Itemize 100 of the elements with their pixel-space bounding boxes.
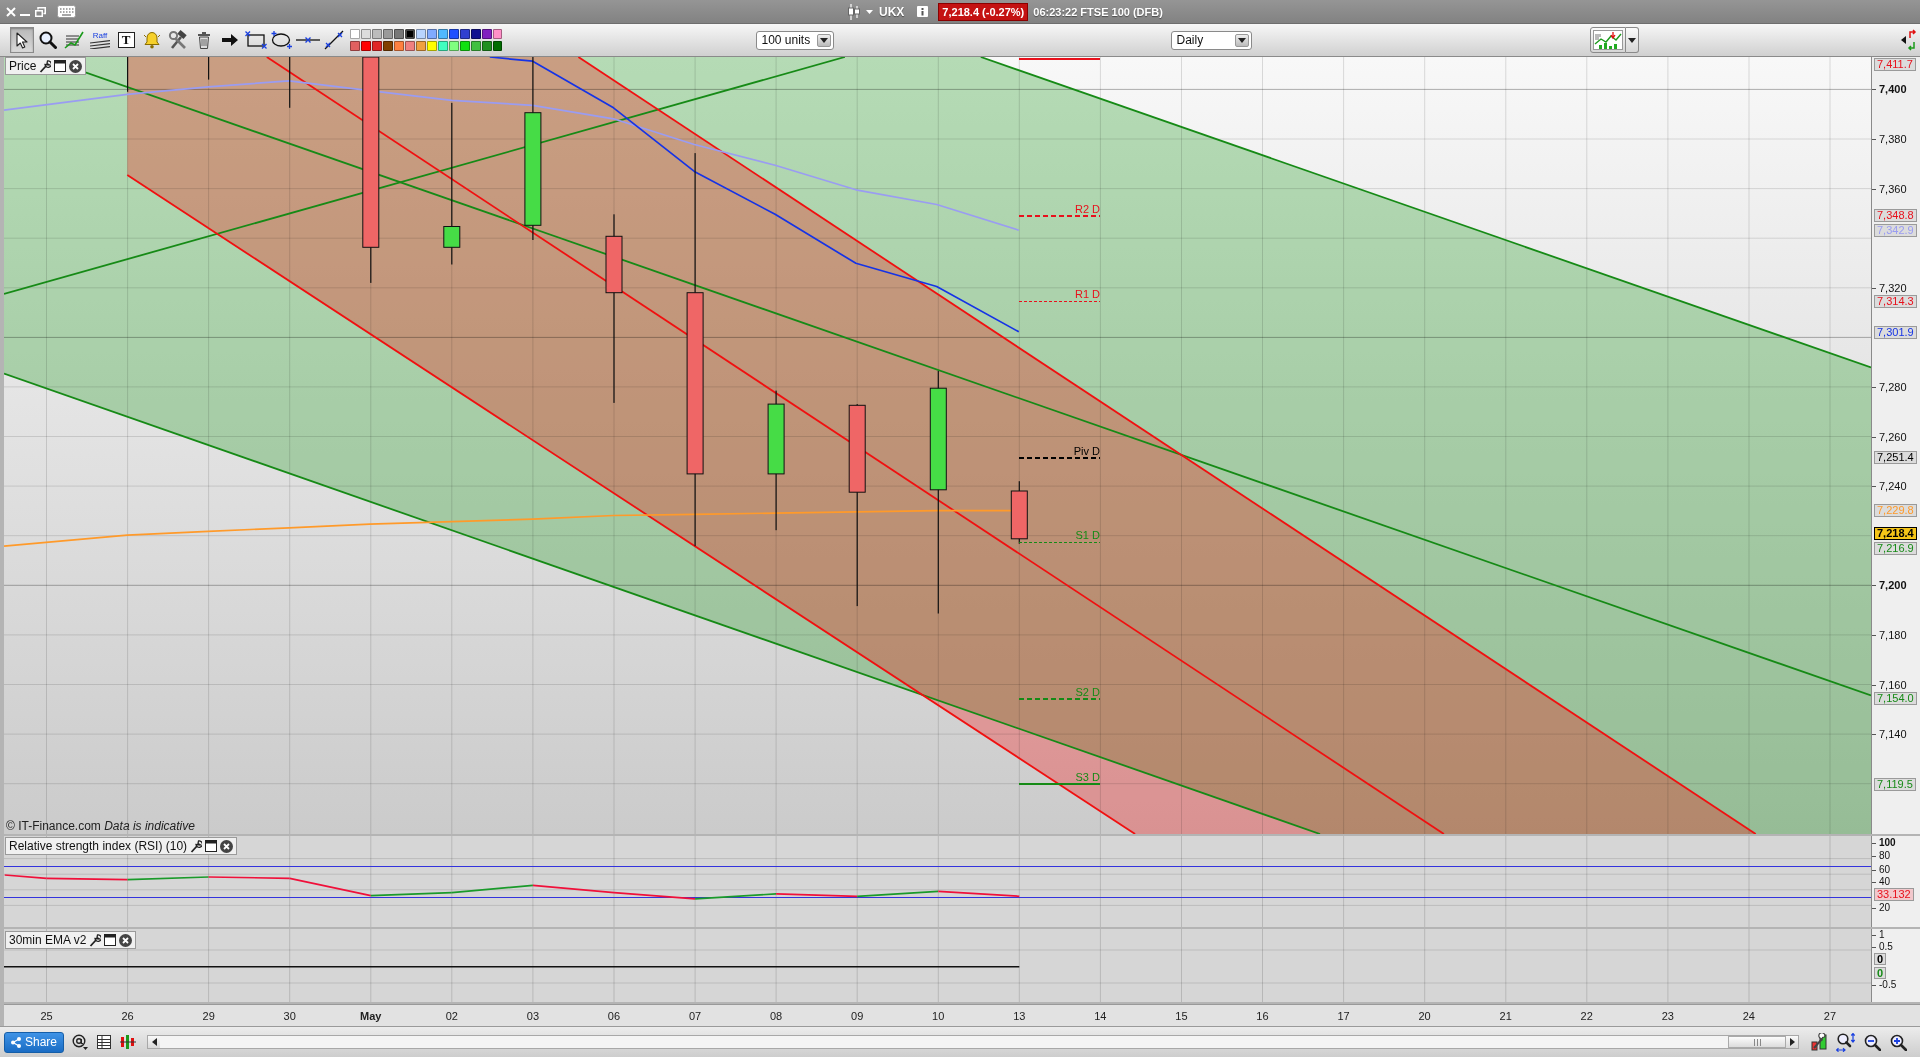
- date-label: 08: [769, 1009, 783, 1022]
- pivot-label: S3 D: [1075, 771, 1100, 783]
- wrench-icon[interactable]: [89, 933, 102, 947]
- wrench-bars-icon[interactable]: [1811, 1033, 1828, 1051]
- price-tag: 7,314.3: [1874, 294, 1917, 308]
- scroll-right-button[interactable]: [1786, 1036, 1799, 1048]
- dropdown-button[interactable]: [1626, 27, 1640, 53]
- axis-label: 7,260: [1879, 429, 1907, 444]
- grip-icon: [1753, 1038, 1761, 1046]
- price-tag: 7,119.5: [1874, 777, 1916, 791]
- price-tag: 7,229.8: [1874, 504, 1917, 518]
- horizontal-line-icon: [296, 35, 320, 45]
- window-icon[interactable]: [205, 840, 218, 852]
- trash-icon: [197, 31, 211, 49]
- axis-label: 20: [1879, 902, 1891, 914]
- bars-icon[interactable]: [120, 1035, 137, 1049]
- pointer-icon: [16, 31, 28, 49]
- wrench-icon[interactable]: [190, 839, 203, 853]
- axis-label: 7,240: [1879, 479, 1907, 494]
- date-label: 02: [445, 1009, 458, 1022]
- magnifier-icon: [39, 31, 57, 49]
- price-badge: 7,218.4 (-0.27%): [938, 2, 1029, 21]
- date-label: 13: [1013, 1009, 1026, 1022]
- arrow-icon: [222, 34, 238, 46]
- keyboard-icon[interactable]: [57, 5, 76, 18]
- info-icon[interactable]: [917, 6, 929, 17]
- wrench-icon[interactable]: [39, 59, 52, 73]
- date-label: 16: [1256, 1009, 1269, 1022]
- date-label: 27: [1823, 1009, 1837, 1022]
- axis-label: 7,360: [1879, 181, 1907, 196]
- value-tag: 33.132: [1874, 888, 1914, 901]
- share-button[interactable]: Share: [4, 1031, 65, 1053]
- date-label: 21: [1499, 1009, 1512, 1022]
- price-tag: 7,411.7: [1874, 58, 1916, 71]
- value-tag: 0: [1874, 966, 1887, 979]
- date-label: 14: [1094, 1009, 1107, 1022]
- rectangle-icon: [245, 31, 267, 49]
- axis-label: 80: [1879, 850, 1891, 862]
- units-dropdown[interactable]: 100 units: [756, 30, 835, 50]
- date-label: 30: [283, 1009, 296, 1022]
- axis-label: 7,400: [1879, 82, 1907, 97]
- at-sign-icon[interactable]: [72, 1034, 89, 1050]
- panel-title: Relative strength index (RSI) (10): [9, 839, 188, 853]
- scrollbar-thumb[interactable]: [1728, 1036, 1787, 1048]
- caret-icon: [1628, 37, 1637, 43]
- date-label: 06: [607, 1009, 621, 1022]
- candlestick-chart-icon[interactable]: [848, 3, 860, 20]
- price-tag: 7,154.0: [1874, 692, 1917, 706]
- value-tag: 0: [1874, 953, 1887, 965]
- indicator-button[interactable]: [1590, 27, 1627, 53]
- date-label: 07: [688, 1009, 702, 1022]
- axis-label: 1: [1879, 929, 1885, 941]
- candlestick: [208, 57, 210, 80]
- axis-label: 60: [1879, 864, 1891, 876]
- pivot-label: Piv D: [1073, 445, 1100, 457]
- axis-label: 7,200: [1879, 578, 1907, 593]
- swatch-icon[interactable]: [404, 28, 415, 40]
- price-tag: 7,301.9: [1874, 325, 1917, 339]
- candlestick: [289, 57, 291, 108]
- close-icon[interactable]: [69, 59, 83, 73]
- zoom-out-icon[interactable]: [1864, 1033, 1882, 1051]
- price-tag: 7,251.4: [1874, 450, 1917, 464]
- tool-button[interactable]: T: [114, 27, 138, 53]
- caret-left-icon: [151, 1038, 157, 1046]
- close-icon[interactable]: [119, 933, 133, 947]
- axis-label: 7,180: [1879, 627, 1907, 642]
- pivot-label: R2 D: [1074, 203, 1100, 215]
- price-tag: 7,348.8: [1874, 209, 1917, 223]
- window-icon[interactable]: [54, 60, 67, 72]
- zoom-in-icon[interactable]: [1890, 1033, 1908, 1051]
- date-label: 22: [1580, 1009, 1593, 1022]
- tool-button[interactable]: Raff: [88, 27, 112, 53]
- magnifier-arrows-icon[interactable]: [1836, 1032, 1856, 1052]
- candlestick: [127, 57, 129, 92]
- diagonal-line-icon: [324, 30, 344, 50]
- line-chart-icon: [64, 31, 84, 49]
- close-icon[interactable]: [220, 839, 234, 853]
- status-text: 06:23:22 FTSE 100 (DFB): [1033, 5, 1163, 18]
- date-label: 29: [202, 1009, 215, 1022]
- tool-button[interactable]: [10, 27, 34, 53]
- table-icon[interactable]: [97, 1035, 112, 1049]
- scroll-left-button[interactable]: [148, 1036, 161, 1048]
- axis-label: 7,380: [1879, 132, 1907, 146]
- date-label: 09: [851, 1009, 864, 1022]
- panel-title: 30min EMA v2: [9, 933, 87, 947]
- axis-label: 7,160: [1879, 677, 1907, 692]
- arrows-icon[interactable]: [1901, 29, 1917, 51]
- restore-icon[interactable]: [35, 6, 46, 17]
- date-label: 20: [1418, 1009, 1431, 1022]
- period-dropdown[interactable]: Daily: [1171, 30, 1253, 50]
- axis-label: 0.5: [1879, 941, 1893, 953]
- pivot-label: R1 D: [1074, 288, 1100, 300]
- axis-label: 7,320: [1879, 280, 1907, 295]
- caret-icon[interactable]: [866, 9, 873, 14]
- window-icon[interactable]: [104, 934, 117, 946]
- pivot-label: S1 D: [1075, 529, 1100, 541]
- axis-label: 7,280: [1879, 379, 1907, 394]
- caret-right-icon: [1789, 1038, 1795, 1046]
- date-label: 15: [1175, 1009, 1188, 1022]
- panel-title: Price: [9, 59, 37, 73]
